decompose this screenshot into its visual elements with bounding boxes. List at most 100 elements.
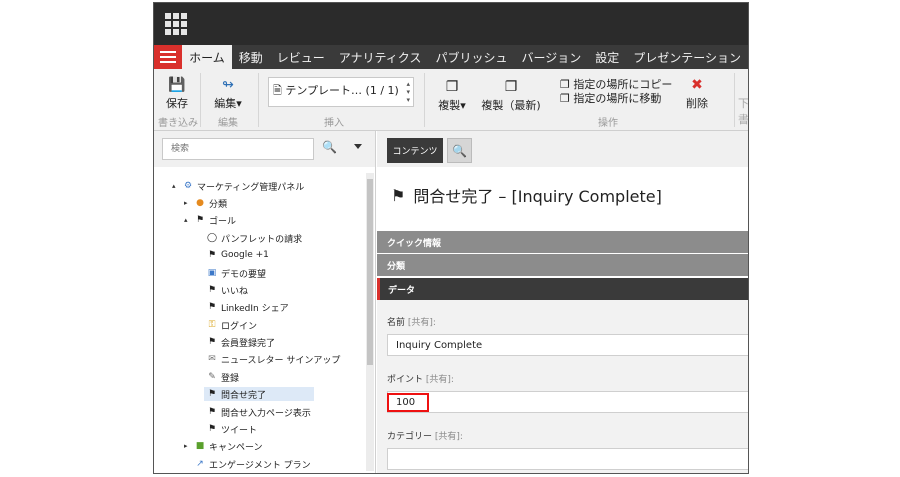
move-to-button[interactable]: ❐ 指定の場所に移動 xyxy=(560,92,661,106)
tree-item-label: マーケティング管理パネル xyxy=(197,182,305,193)
edit-button[interactable]: ↬ 編集▾ xyxy=(206,77,250,111)
flag-icon: ⚑ xyxy=(195,215,205,225)
envelope-icon: ✉ xyxy=(208,354,216,364)
name-label-text: 名前 xyxy=(387,318,406,328)
tree-item-register[interactable]: ✎ 登録 xyxy=(206,370,239,384)
template-scroll-icon[interactable]: ▴ ▾ ▾ xyxy=(406,80,410,104)
draft-button[interactable]: 下書 xyxy=(738,95,749,127)
category-field[interactable] xyxy=(387,448,748,470)
tree-item-label: 分類 xyxy=(209,199,228,210)
tree-item-label: パンフレットの請求 xyxy=(221,234,303,245)
monitor-icon: ▣ xyxy=(207,268,217,278)
group-operation-label: 操作 xyxy=(598,118,618,129)
collapse-arrow-icon[interactable]: ▴ xyxy=(172,182,182,190)
edit-icon: ↬ xyxy=(222,77,234,93)
tree-item-campaigns[interactable]: ▸ ■ キャンペーン xyxy=(184,439,263,453)
tree-item-label: ログイン xyxy=(221,321,258,332)
delete-icon: ✖ xyxy=(691,77,703,93)
name-field-label: 名前 [共有]: xyxy=(387,315,436,328)
tree-item-label: ニュースレター サインアップ xyxy=(221,355,341,366)
tree-item-demo-request[interactable]: ▣ デモの要望 xyxy=(206,266,266,280)
search-dropdown-icon[interactable] xyxy=(354,144,362,149)
points-highlight-box xyxy=(387,393,429,412)
tab-review[interactable]: レビュー xyxy=(270,45,332,69)
tree-item-tweet[interactable]: ⚑ ツイート xyxy=(206,422,257,436)
search-icon[interactable]: 🔍 xyxy=(322,140,337,154)
content-tree: ▴ ⚙ マーケティング管理パネル ▸ ● 分類 ▴ ⚑ ゴール ◯ パンフレット… xyxy=(154,167,376,473)
editor-tab-bar: コンテンツ 🔍 xyxy=(377,131,748,167)
menu-icon[interactable] xyxy=(154,45,183,69)
copy-to-label: 指定の場所にコピー xyxy=(573,78,673,91)
tab-presentation[interactable]: プレゼンテーション xyxy=(626,45,748,69)
taxonomy-icon: ● xyxy=(196,198,204,208)
tree-item-marketing-control-panel[interactable]: ▴ ⚙ マーケティング管理パネル xyxy=(172,179,304,193)
tree-item-label: LinkedIn シェア xyxy=(221,303,289,314)
search-tab-icon[interactable]: 🔍 xyxy=(447,138,472,163)
category-label-text: カテゴリー xyxy=(387,432,433,442)
app-window: ホーム 移動 レビュー アナリティクス パブリッシュ バージョン 設定 プレゼン… xyxy=(153,2,749,474)
draft-label: 下書 xyxy=(738,97,749,126)
tab-navigate[interactable]: 移動 xyxy=(232,45,270,69)
group-insert-label: 挿入 xyxy=(324,118,344,129)
category-field-label: カテゴリー [共有]: xyxy=(387,429,463,442)
points-field[interactable]: 100 xyxy=(387,391,748,413)
copy-to-button[interactable]: ❐ 指定の場所にコピー xyxy=(560,78,672,92)
tree-item-taxonomies[interactable]: ▸ ● 分類 xyxy=(184,196,227,210)
duplicate-latest-icon: ❐ xyxy=(504,79,518,95)
save-label: 保存 xyxy=(166,97,188,110)
group-edit-label: 編集 xyxy=(218,118,238,129)
content-editor: コンテンツ 🔍 ⚑ 問合せ完了 – [Inquiry Complete] クイッ… xyxy=(377,131,748,473)
expand-arrow-icon[interactable]: ▸ xyxy=(184,199,194,207)
search-input[interactable] xyxy=(162,138,314,160)
expand-arrow-icon[interactable]: ▸ xyxy=(184,442,194,450)
tree-item-brochure-request[interactable]: ◯ パンフレットの請求 xyxy=(206,231,302,245)
tree-item-label: エンゲージメント プラン xyxy=(209,460,311,471)
tab-contents[interactable]: コンテンツ xyxy=(387,138,443,163)
duplicate-button[interactable]: ❐ 複製▾ xyxy=(434,79,470,113)
tree-item-google-plus[interactable]: ⚑ Google +1 xyxy=(206,248,269,262)
section-quick-info[interactable]: クイック情報 xyxy=(377,231,748,253)
tree-item-like[interactable]: ⚑ いいね xyxy=(206,283,248,297)
tree-item-linkedin-share[interactable]: ⚑ LinkedIn シェア xyxy=(206,300,289,314)
panel-icon: ⚙ xyxy=(183,181,193,191)
tree-item-login[interactable]: ⚿ ログイン xyxy=(206,318,257,332)
section-category[interactable]: 分類 xyxy=(377,254,748,276)
shared-marker: [共有]: xyxy=(425,375,454,385)
duplicate-icon: ❐ xyxy=(445,79,459,95)
ribbon: 💾 保存 ↬ 編集▾ 🗎 テンプレート… (1 / 1) ▴ ▾ ▾ ❐ 複製▾ ❐… xyxy=(154,69,748,131)
tab-home[interactable]: ホーム xyxy=(182,45,232,69)
tree-item-label: Google +1 xyxy=(221,250,269,260)
flag-icon: ⚑ xyxy=(207,337,217,347)
tree-item-label: ツイート xyxy=(221,425,258,436)
app-launcher-icon[interactable] xyxy=(165,13,187,35)
duplicate-latest-label: 複製（最新) xyxy=(481,99,541,112)
save-button[interactable]: 💾 保存 xyxy=(162,77,192,111)
tab-analytics[interactable]: アナリティクス xyxy=(332,45,429,69)
flag-icon: ⚑ xyxy=(207,250,217,260)
name-field[interactable]: Inquiry Complete xyxy=(387,334,748,356)
shared-marker: [共有]: xyxy=(434,432,463,442)
template-count: (1 / 1) xyxy=(365,84,399,97)
insert-template-list[interactable]: 🗎 テンプレート… (1 / 1) ▴ ▾ ▾ xyxy=(268,77,414,107)
tab-publish[interactable]: パブリッシュ xyxy=(428,45,514,69)
duplicate-latest-button[interactable]: ❐ 複製（最新) xyxy=(480,79,542,113)
delete-button[interactable]: ✖ 削除 xyxy=(682,77,712,111)
tree-item-inquiry-page-view[interactable]: ⚑ 問合せ入力ページ表示 xyxy=(206,405,311,419)
tree-item-label: 問合せ入力ページ表示 xyxy=(221,408,311,419)
flag-icon: ⚑ xyxy=(207,302,217,312)
collapse-arrow-icon[interactable]: ▴ xyxy=(184,216,194,224)
tree-item-goals[interactable]: ▴ ⚑ ゴール xyxy=(184,213,236,227)
tab-configure[interactable]: 設定 xyxy=(588,45,626,69)
item-title-text: 問合せ完了 – [Inquiry Complete] xyxy=(413,187,662,206)
tree-item-label: 問合せ完了 xyxy=(221,390,267,401)
tab-versions[interactable]: バージョン xyxy=(514,45,588,69)
tree-item-newsletter-signup[interactable]: ✉ ニュースレター サインアップ xyxy=(206,352,340,366)
tree-item-engagement-plans[interactable]: ↗ エンゲージメント プラン xyxy=(194,457,311,471)
save-icon: 💾 xyxy=(168,77,186,93)
tree-item-inquiry-complete[interactable]: ⚑ 問合せ完了 xyxy=(204,387,314,401)
section-data[interactable]: データ xyxy=(377,278,748,300)
tree-scrollbar-thumb[interactable] xyxy=(367,179,373,365)
tree-item-registration-complete[interactable]: ⚑ 会員登録完了 xyxy=(206,335,275,349)
tree-item-label: ゴール xyxy=(209,216,237,227)
top-bar xyxy=(154,3,748,45)
